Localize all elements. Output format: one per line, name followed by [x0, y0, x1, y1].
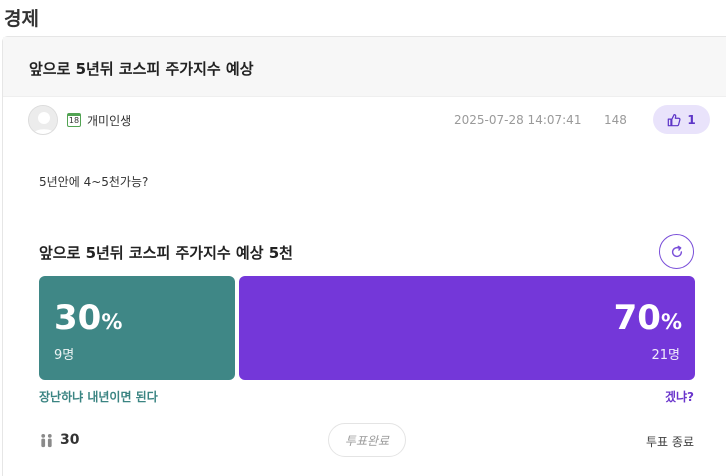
poll-option-percent-2: 70% — [613, 298, 682, 338]
post-datetime: 2025-07-28 14:07:41 — [454, 113, 582, 127]
people-icon — [41, 433, 52, 447]
vote-end-link[interactable]: 투표 종료 — [646, 433, 694, 450]
poll-option-percent-1: 30% — [54, 298, 123, 338]
post-title: 앞으로 5년뒤 코스피 주가지수 예상 — [3, 37, 726, 97]
thumbs-up-icon — [668, 113, 681, 126]
post-card: 앞으로 5년뒤 코스피 주가지수 예상 18 개미인생 2025-07-28 1… — [2, 36, 726, 476]
refresh-button[interactable] — [659, 234, 694, 269]
like-count: 1 — [687, 112, 696, 127]
total-voters-count: 30 — [60, 432, 80, 448]
poll-footer: 30 투표완료 투표 종료 — [3, 423, 726, 459]
poll-option-count-1: 9명 — [54, 348, 75, 363]
like-button[interactable]: 1 — [653, 105, 710, 134]
avatar[interactable] — [28, 105, 58, 135]
author-nickname[interactable]: 개미인생 — [87, 112, 131, 129]
view-count: 148 — [604, 113, 627, 127]
refresh-icon — [671, 245, 682, 257]
user-silhouette-icon — [29, 106, 57, 134]
vote-complete-button[interactable]: 투표완료 — [328, 423, 406, 457]
poll-result-bars: 30% 9명 70% 21명 — [39, 276, 695, 380]
post-body: 5년안에 4~5천가능? — [39, 175, 149, 189]
poll-option-count-2: 21명 — [651, 348, 680, 363]
poll-option-bar-2[interactable]: 70% 21명 — [239, 276, 695, 380]
board-category-title: 경제 — [4, 8, 39, 30]
poll-title: 앞으로 5년뒤 코스피 주가지수 예상 5천 — [39, 244, 293, 262]
total-voters: 30 — [39, 432, 79, 448]
level-badge-icon: 18 — [67, 113, 81, 127]
poll-option-label-1[interactable]: 장난하냐 내년이면 된다 — [39, 388, 158, 405]
poll-option-bar-1[interactable]: 30% 9명 — [39, 276, 235, 380]
post-meta: 18 개미인생 2025-07-28 14:07:41 148 1 — [3, 103, 726, 139]
poll-option-label-2[interactable]: 겠냐? — [665, 388, 694, 405]
